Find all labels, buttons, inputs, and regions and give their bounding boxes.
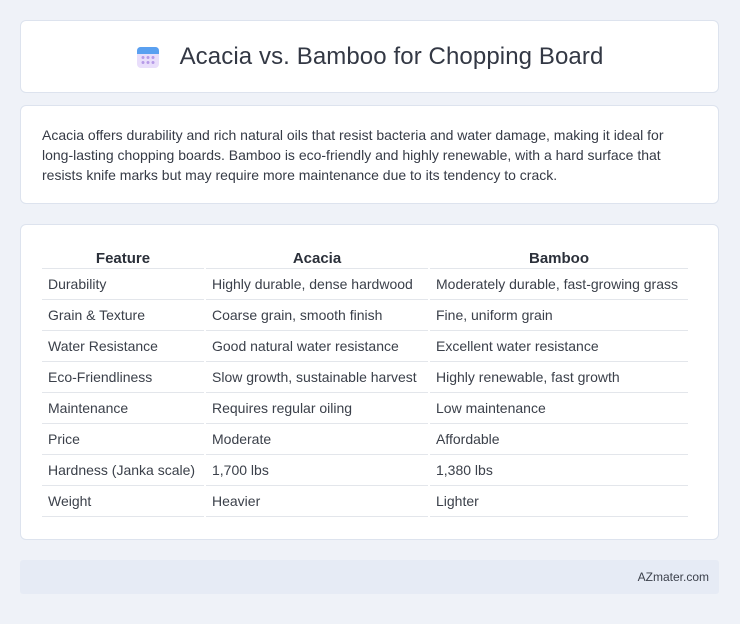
acacia-cell: Highly durable, dense hardwood — [206, 269, 428, 300]
acacia-cell: Good natural water resistance — [206, 331, 428, 362]
bamboo-cell: Affordable — [430, 424, 688, 455]
feature-cell: Water Resistance — [42, 331, 204, 362]
table-row: Maintenance Requires regular oiling Low … — [42, 393, 688, 424]
acacia-cell: Requires regular oiling — [206, 393, 428, 424]
bamboo-cell: Low maintenance — [430, 393, 688, 424]
table-header-row: Feature Acacia Bamboo — [42, 247, 688, 269]
acacia-cell: Coarse grain, smooth finish — [206, 300, 428, 331]
acacia-cell: Slow growth, sustainable harvest — [206, 362, 428, 393]
acacia-cell: Moderate — [206, 424, 428, 455]
table-row: Water Resistance Good natural water resi… — [42, 331, 688, 362]
acacia-cell: Heavier — [206, 486, 428, 517]
table-row: Hardness (Janka scale) 1,700 lbs 1,380 l… — [42, 455, 688, 486]
column-header-feature: Feature — [42, 247, 204, 269]
title-wrap: Acacia vs. Bamboo for Chopping Board — [136, 43, 604, 71]
feature-cell: Hardness (Janka scale) — [42, 455, 204, 486]
bamboo-cell: Fine, uniform grain — [430, 300, 688, 331]
feature-cell: Eco-Friendliness — [42, 362, 204, 393]
footer-bar: AZmater.com — [20, 560, 719, 594]
footer-brand-link[interactable]: AZmater.com — [638, 570, 709, 584]
title-card: Acacia vs. Bamboo for Chopping Board — [20, 20, 719, 93]
bamboo-cell: Highly renewable, fast growth — [430, 362, 688, 393]
bamboo-cell: 1,380 lbs — [430, 455, 688, 486]
feature-cell: Price — [42, 424, 204, 455]
feature-cell: Weight — [42, 486, 204, 517]
comparison-table: Feature Acacia Bamboo Durability Highly … — [40, 247, 690, 517]
summary-text: Acacia offers durability and rich natura… — [42, 127, 664, 183]
feature-cell: Maintenance — [42, 393, 204, 424]
comparison-table-card: Feature Acacia Bamboo Durability Highly … — [20, 224, 719, 540]
bamboo-cell: Excellent water resistance — [430, 331, 688, 362]
table-row: Eco-Friendliness Slow growth, sustainabl… — [42, 362, 688, 393]
feature-cell: Grain & Texture — [42, 300, 204, 331]
feature-cell: Durability — [42, 269, 204, 300]
column-header-bamboo: Bamboo — [430, 247, 688, 269]
summary-card: Acacia offers durability and rich natura… — [20, 105, 719, 204]
table-row: Weight Heavier Lighter — [42, 486, 688, 517]
acacia-cell: 1,700 lbs — [206, 455, 428, 486]
page-title: Acacia vs. Bamboo for Chopping Board — [179, 42, 604, 70]
table-row: Grain & Texture Coarse grain, smooth fin… — [42, 300, 688, 331]
bamboo-cell: Moderately durable, fast-growing grass — [430, 269, 688, 300]
calendar-icon — [136, 46, 159, 68]
table-row: Durability Highly durable, dense hardwoo… — [42, 269, 688, 300]
table-row: Price Moderate Affordable — [42, 424, 688, 455]
bamboo-cell: Lighter — [430, 486, 688, 517]
column-header-acacia: Acacia — [206, 247, 428, 269]
